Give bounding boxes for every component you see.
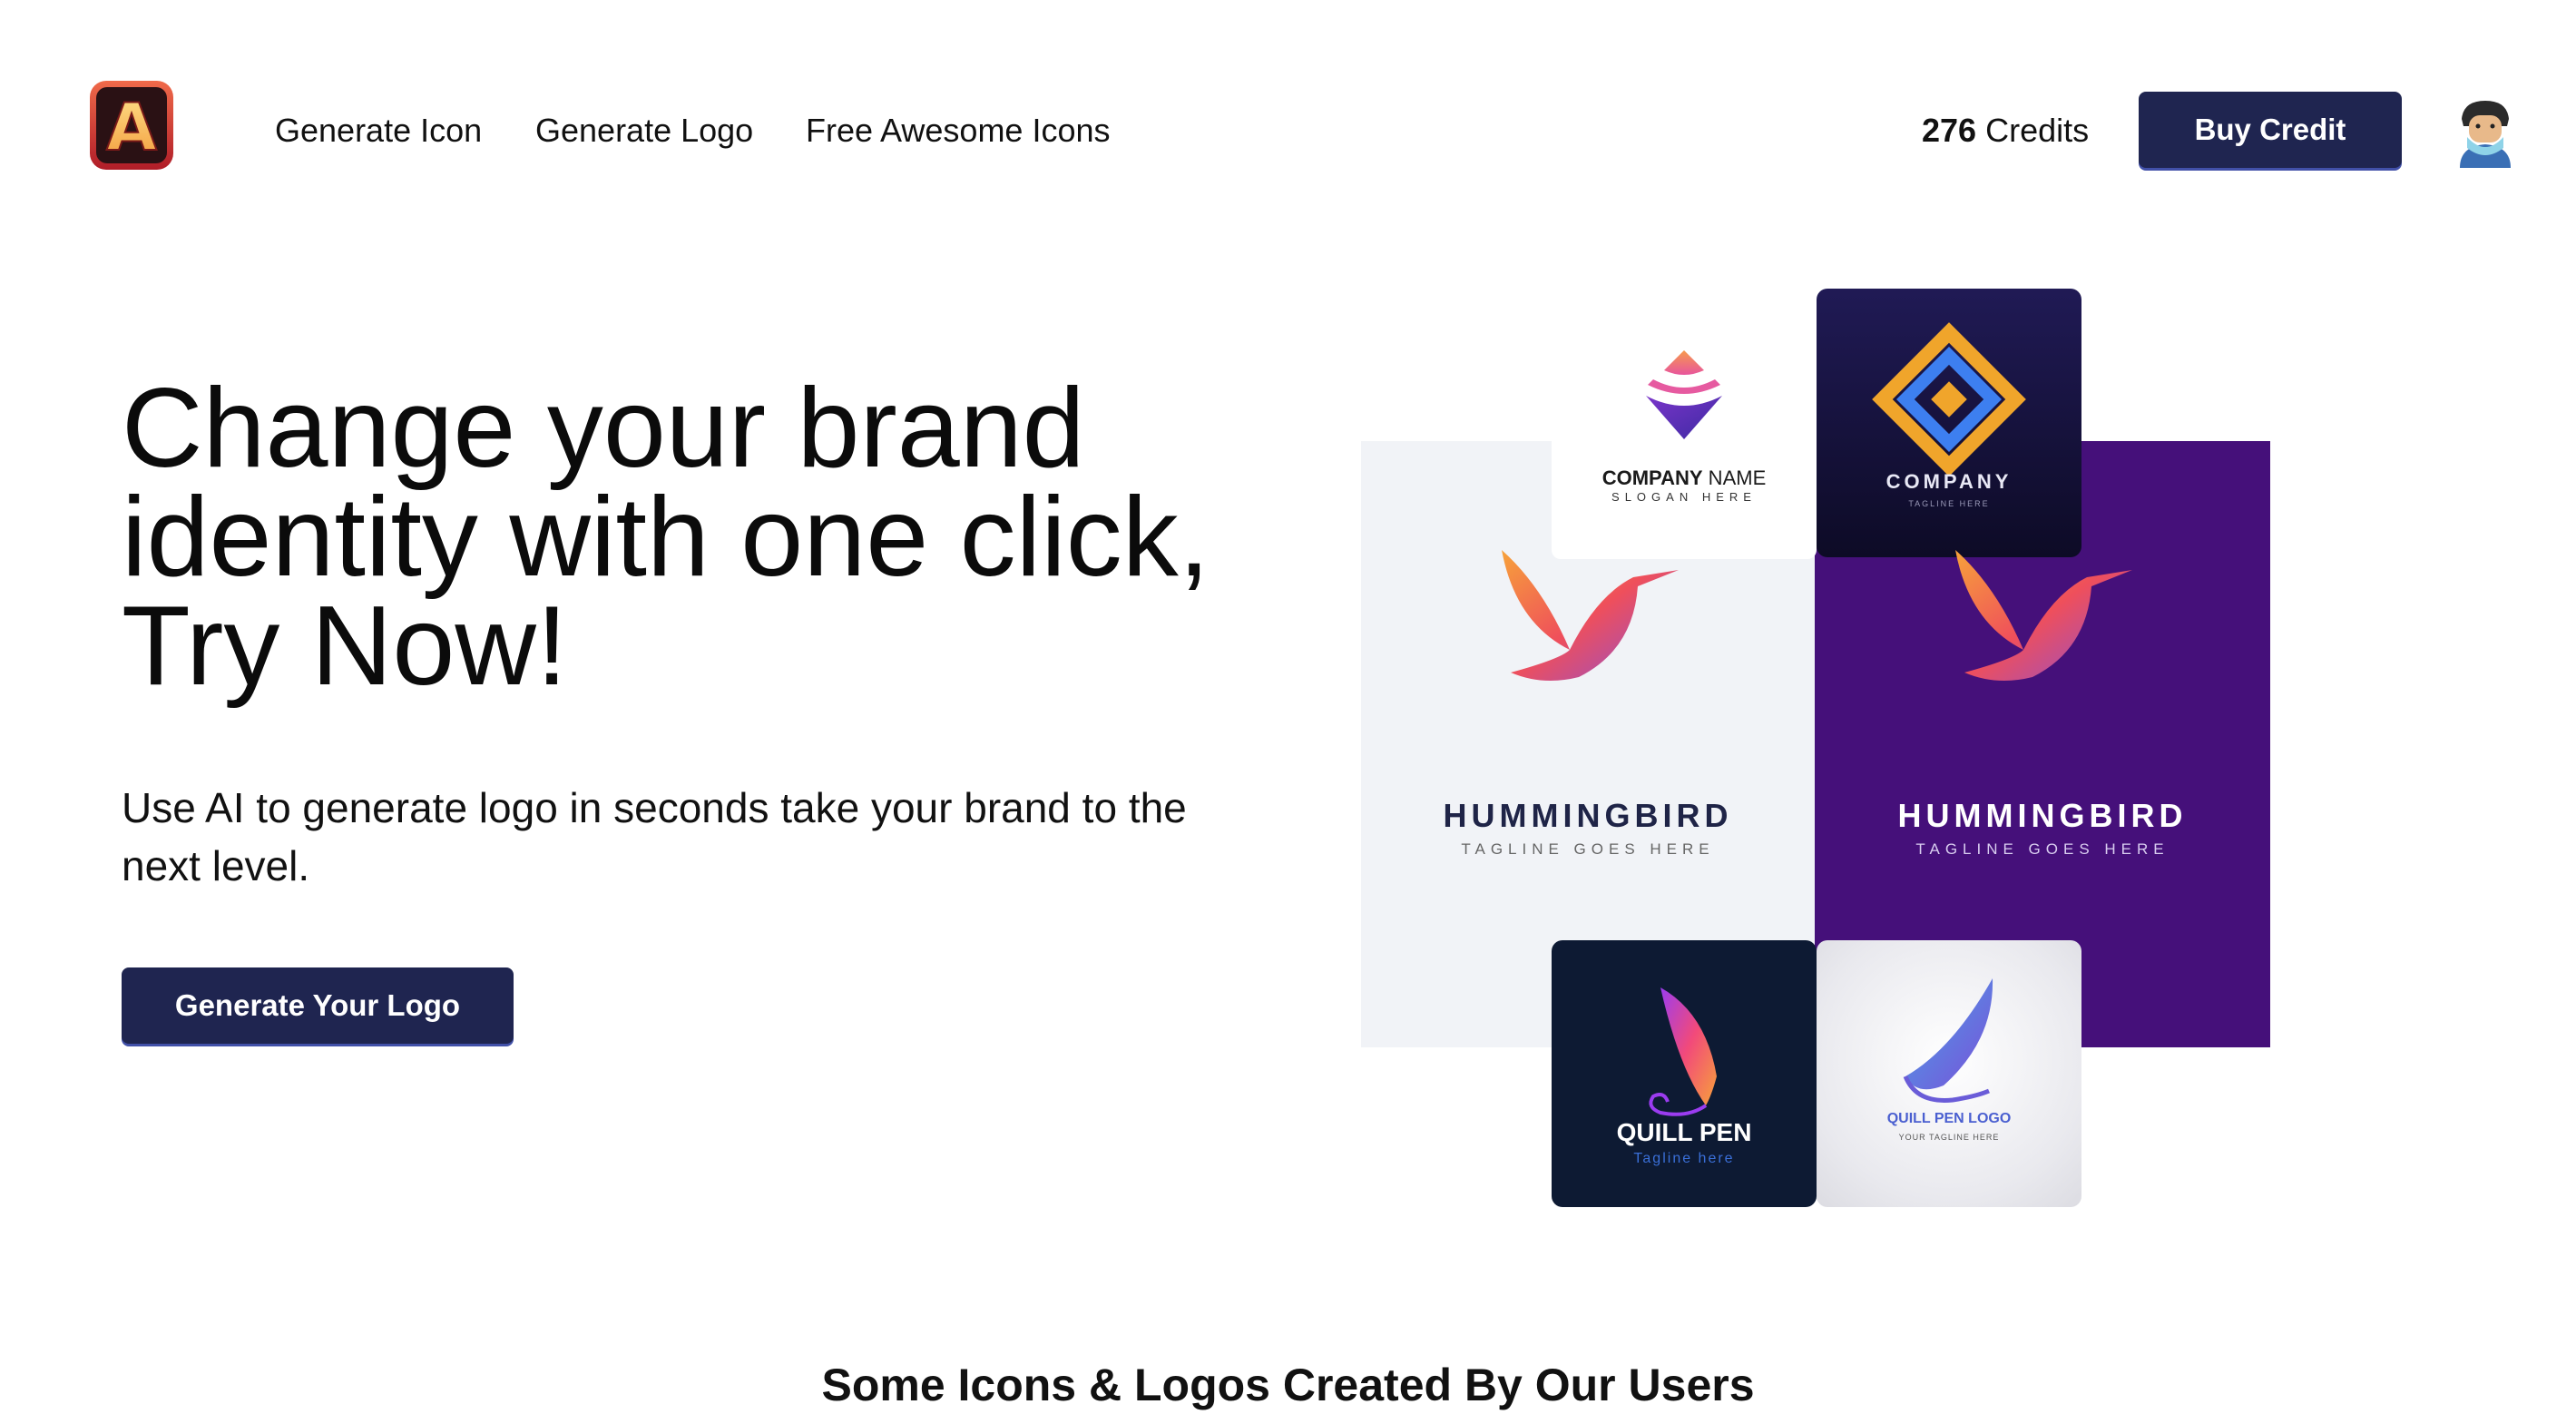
logo-letter: A xyxy=(106,89,157,165)
page: A Generate Icon Generate Logo Free Aweso… xyxy=(0,0,2576,1424)
logo-card-quill-pen-light: QUILL PEN LOGO YOUR TAGLINE HERE xyxy=(1817,940,2081,1207)
hummingbird-icon xyxy=(1955,550,2132,681)
credits-count: 276 xyxy=(1922,112,1977,149)
hummingbird-dark-name: HUMMINGBIRD xyxy=(1897,797,2188,834)
quill-feather-icon xyxy=(1903,978,1993,1103)
hummingbird-light-tagline: TAGLINE GOES HERE xyxy=(1461,840,1715,858)
logo-collage: COMPANY NAME SLOGAN HERE COMPANY TAGLINE… xyxy=(1361,289,2277,1207)
logo-card-hummingbird-dark: HUMMINGBIRD TAGLINE GOES HERE xyxy=(1815,441,2270,940)
hummingbird-icon xyxy=(1502,550,1679,681)
app-logo[interactable]: A xyxy=(88,79,175,172)
showcase-heading: Some Icons & Logos Created By Our Users xyxy=(821,1360,1755,1410)
logo-card-hummingbird-light: HUMMINGBIRD TAGLINE GOES HERE xyxy=(1361,441,1815,940)
quill-dark-name: QUILL PEN xyxy=(1616,1118,1752,1146)
hero-subtitle: Use AI to generate logo in seconds take … xyxy=(122,784,1187,889)
nav-generate-icon[interactable]: Generate Icon xyxy=(275,109,482,152)
hero-title: Change your brand identity with one clic… xyxy=(122,366,1210,709)
hummingbird-light-name: HUMMINGBIRD xyxy=(1443,797,1733,834)
quill-light-tagline: YOUR TAGLINE HERE xyxy=(1898,1133,2000,1142)
hummingbird-dark-tagline: TAGLINE GOES HERE xyxy=(1915,840,2170,858)
nav-generate-logo[interactable]: Generate Logo xyxy=(535,109,753,152)
nav-free-awesome-icons[interactable]: Free Awesome Icons xyxy=(806,109,1111,152)
credits-display: 276 Credits xyxy=(1922,109,2089,152)
user-avatar[interactable] xyxy=(2447,92,2523,168)
generate-your-logo-button[interactable]: Generate Your Logo xyxy=(122,967,514,1044)
quill-dark-tagline: Tagline here xyxy=(1633,1151,1735,1166)
buy-credit-button[interactable]: Buy Credit xyxy=(2139,92,2402,168)
logo-card-quill-pen-dark: QUILL PEN Tagline here xyxy=(1552,940,1817,1207)
credits-label: Credits xyxy=(1985,112,2090,149)
quill-light-name: QUILL PEN LOGO xyxy=(1886,1111,2012,1126)
